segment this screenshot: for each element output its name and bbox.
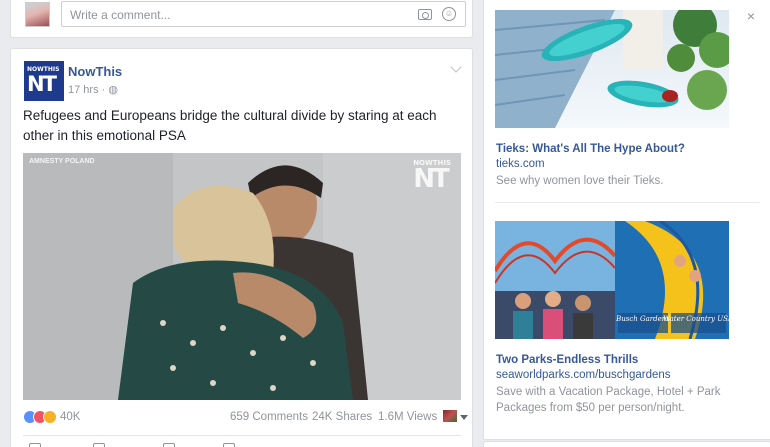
ad-image-tieks[interactable] xyxy=(495,10,729,128)
comment-composer: Write a comment... ☺ xyxy=(10,0,473,38)
busch-gardens-logo: Busch Gardens xyxy=(615,315,670,323)
close-icon[interactable]: × xyxy=(747,8,755,24)
tieks-shoes-image xyxy=(495,10,729,128)
ad-description: Save with a Vacation Package, Hotel + Pa… xyxy=(496,386,721,414)
shares-count[interactable]: 24K Shares xyxy=(312,411,372,423)
video-logo-big: NT xyxy=(413,164,449,194)
viewer-avatar-icon[interactable] xyxy=(443,410,457,422)
smile-icon[interactable]: ☺ xyxy=(442,7,456,21)
sad-reaction-icon xyxy=(43,410,57,424)
post-actions xyxy=(23,443,461,447)
like-button[interactable] xyxy=(29,443,41,447)
ad-description: See why women love their Tieks. xyxy=(496,175,664,187)
comment-button[interactable] xyxy=(93,443,105,447)
camera-icon[interactable] xyxy=(418,9,432,20)
comments-count[interactable]: 659 Comments xyxy=(230,411,308,423)
comment-input[interactable]: Write a comment... ☺ xyxy=(61,1,466,27)
next-card-edge xyxy=(483,441,770,447)
ad-title[interactable]: Tieks: What's All The Hype About? xyxy=(496,143,685,155)
divider xyxy=(495,202,760,203)
page-avatar[interactable]: NOWTHIS NT xyxy=(24,61,64,101)
video-player[interactable]: AMNESTY POLAND NOWTHIS NT xyxy=(23,153,461,400)
share-button[interactable] xyxy=(163,443,175,447)
video-watermark-logo: NOWTHIS NT xyxy=(413,159,451,194)
post-text: Refugees and Europeans bridge the cultur… xyxy=(23,108,437,143)
post-stats: 40K 659 Comments 24K Shares 1.6M Views xyxy=(23,409,468,427)
ad-domain[interactable]: tieks.com xyxy=(496,158,545,170)
views-count: 1.6M Views xyxy=(378,411,438,423)
sponsored-ads: × Tieks: What's All The Hype About? tiek… xyxy=(483,0,770,440)
post-timestamp[interactable]: 17 hrs · xyxy=(68,84,108,96)
post-meta: 17 hrs · ◍ xyxy=(68,83,118,96)
theme-park-image: Busch Gardens Water Country USA xyxy=(495,221,729,339)
page-name-link[interactable]: NowThis xyxy=(68,64,122,79)
avatar-logo-big: NT xyxy=(27,72,57,96)
ad-domain[interactable]: seaworldparks.com/buschgardens xyxy=(496,369,671,381)
water-country-logo: Water Country USA xyxy=(663,315,729,323)
user-avatar[interactable] xyxy=(25,2,50,27)
caret-down-icon[interactable] xyxy=(460,415,468,420)
comment-placeholder: Write a comment... xyxy=(70,8,171,22)
ad-title[interactable]: Two Parks-Endless Thrills xyxy=(496,354,638,366)
globe-icon: ◍ xyxy=(108,84,118,96)
post-options-chevron-icon[interactable] xyxy=(450,61,462,73)
video-watermark-left: AMNESTY POLAND xyxy=(29,158,95,165)
video-frame xyxy=(23,153,461,400)
reaction-count[interactable]: 40K xyxy=(60,411,80,423)
ad-image-seaworld[interactable]: Busch Gardens Water Country USA xyxy=(495,221,729,339)
divider xyxy=(23,435,461,436)
feed-post: NOWTHIS NT NowThis 17 hrs · ◍ Refugees a… xyxy=(10,48,473,447)
reaction-icons[interactable] xyxy=(23,410,65,424)
more-button[interactable] xyxy=(223,443,235,447)
